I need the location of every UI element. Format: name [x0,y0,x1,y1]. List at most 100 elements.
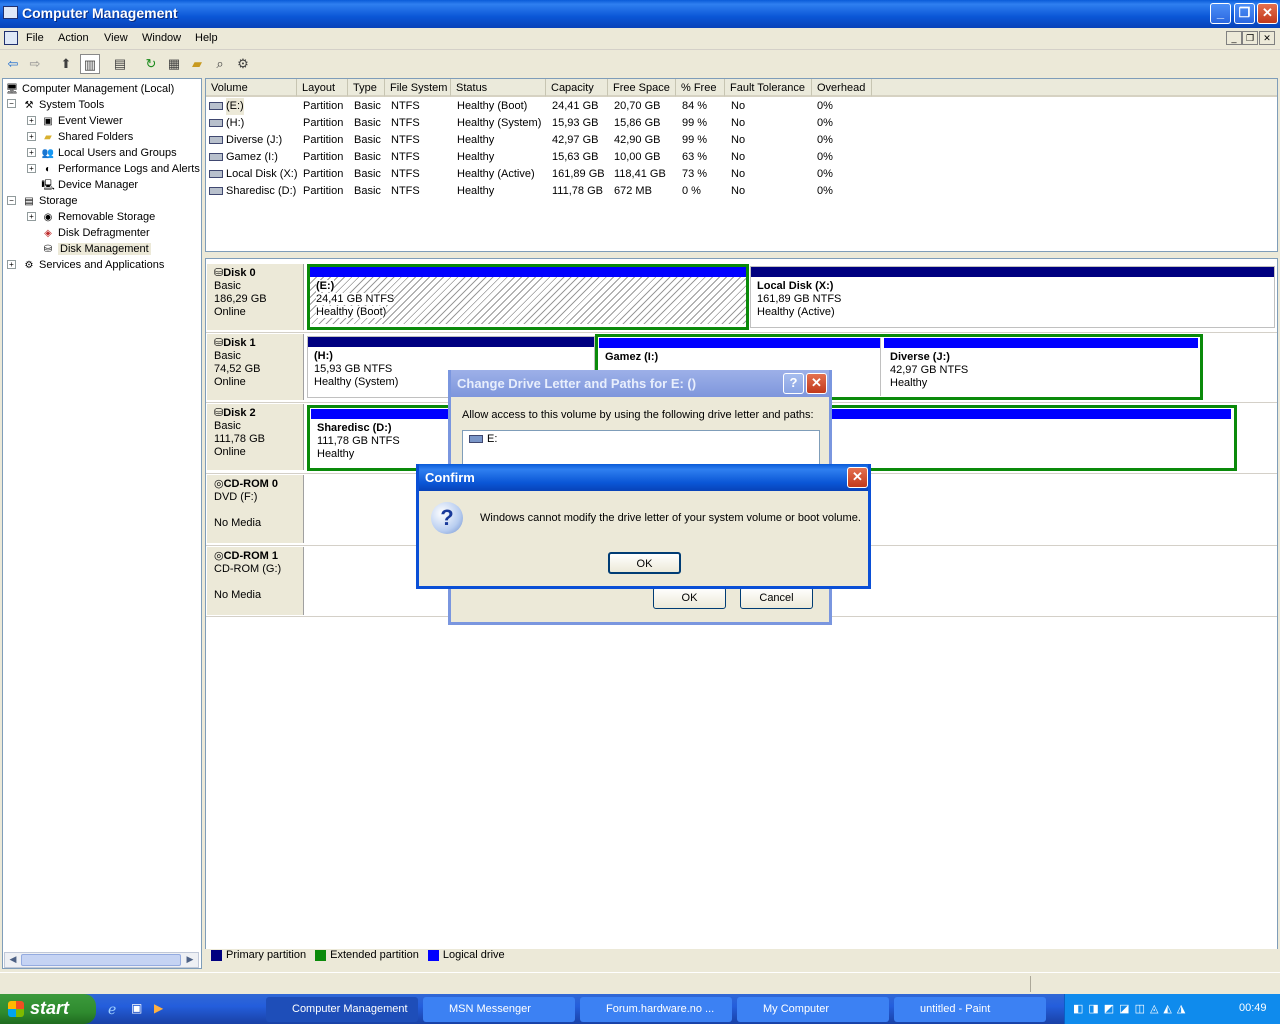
col-fault-tolerance[interactable]: Fault Tolerance [725,79,812,97]
tree-device-manager[interactable]: 🖳 Device Manager [41,177,138,193]
show-tree-icon[interactable]: ▥ [80,54,100,74]
tray-icons[interactable]: ◧◨◩◪◫◬◭◮ [1073,1002,1190,1015]
table-cell: 10,00 GB [614,151,661,163]
menu-window[interactable]: Window [142,32,181,44]
up-folder-icon[interactable]: ⬆ [56,54,76,74]
help-button[interactable]: ? [783,373,804,394]
scroll-left-icon[interactable]: ◀ [6,954,20,966]
disk-0-header[interactable]: ⛁Disk 0 Basic 186,29 GB Online [207,264,304,330]
task-my-computer[interactable]: My Computer [737,997,889,1022]
expand-perf-logs[interactable]: + [27,164,36,173]
tree-horizontal-scrollbar[interactable]: ◀ ▶ [4,952,199,968]
tree-services[interactable]: ⚙ Services and Applications [22,257,165,273]
col-file-system[interactable]: File System [385,79,451,97]
table-row[interactable]: Gamez (I:) Partition Basic NTFS Healthy 15,63… [206,149,906,166]
partition-j[interactable]: Diverse (J:) 42,97 GB NTFS Healthy [884,338,1198,396]
media-player-icon[interactable]: ▶ [154,1001,170,1017]
properties-icon[interactable]: ▤ [110,54,130,74]
start-label: start [30,998,70,1018]
system-menu-icon[interactable] [4,31,18,45]
col-type[interactable]: Type [348,79,385,97]
change-dialog-title-bar[interactable]: Change Drive Letter and Paths for E: () [451,370,829,397]
menu-action[interactable]: Action [58,32,89,44]
confirm-dialog: Confirm ✕ ? Windows cannot modify the dr… [416,464,871,589]
tree-storage[interactable]: ▤ Storage [22,193,77,209]
close-button[interactable]: ✕ [1257,3,1278,24]
task-computer-management[interactable]: Computer Management [266,997,418,1022]
change-dialog-ok-button[interactable]: OK [653,587,726,609]
col-free-space[interactable]: Free Space [608,79,676,97]
task-msn-messenger[interactable]: MSN Messenger [423,997,575,1022]
menu-view[interactable]: View [104,32,128,44]
refresh-icon[interactable]: ↻ [141,54,161,74]
tree-local-users[interactable]: 👥 Local Users and Groups [41,145,177,161]
internet-explorer-icon[interactable]: ℯ [108,1001,124,1017]
minimize-button[interactable]: _ [1210,3,1231,24]
disk-2-header[interactable]: ⛁Disk 2 Basic 111,78 GB Online [207,404,304,470]
back-icon[interactable]: ⇦ [3,54,23,74]
task-paint[interactable]: untitled - Paint [894,997,1046,1022]
tree-disk-management[interactable]: ⛁ Disk Management [41,241,151,257]
expand-local-users[interactable]: + [27,148,36,157]
partition-x[interactable]: Local Disk (X:) 161,89 GB NTFS Healthy (Ac… [750,266,1275,328]
expand-services[interactable]: + [7,260,16,269]
table-row[interactable]: Diverse (J:) Partition Basic NTFS Healthy 42,… [206,132,906,149]
tree-removable-storage[interactable]: ◉ Removable Storage [41,209,156,225]
show-desktop-icon[interactable]: ▣ [131,1001,147,1017]
cdrom-1-header[interactable]: ◎CD-ROM 1 CD-ROM (G:) No Media [207,547,304,615]
tree-root[interactable]: 🖥 Computer Management (Local) [5,81,175,97]
clock[interactable]: 00:49 [1239,1002,1267,1014]
col-status[interactable]: Status [451,79,546,97]
col-capacity[interactable]: Capacity [546,79,608,97]
confirm-title-bar[interactable]: Confirm [419,464,868,491]
export-icon[interactable]: ▦ [164,54,184,74]
menu-file[interactable]: File [26,32,44,44]
table-row[interactable]: (H:) Partition Basic NTFS Healthy (System) 15… [206,115,906,132]
restore-button[interactable]: ❐ [1234,3,1255,24]
expand-removable-storage[interactable]: + [27,212,36,221]
title-bar[interactable]: Computer Management _ ❐ ✕ [0,0,1280,28]
disk-1-header[interactable]: ⛁Disk 1 Basic 74,52 GB Online [207,334,304,400]
tree-perf-logs[interactable]: ◐ Performance Logs and Alerts [41,161,200,177]
forward-icon[interactable]: ⇨ [25,54,45,74]
disk-icon: ⛁ [214,267,224,279]
col-layout[interactable]: Layout [297,79,348,97]
tree-system-tools[interactable]: ⚒ System Tools [22,97,105,113]
table-row[interactable]: Local Disk (X:) Partition Basic NTFS Healthy… [206,166,906,183]
tree-disk-defrag[interactable]: ◈ Disk Defragmenter [41,225,150,241]
child-minimize-button[interactable]: _ [1226,31,1242,45]
start-button[interactable]: start [0,994,96,1024]
menu-help[interactable]: Help [195,32,218,44]
windows-logo-icon [8,1001,24,1017]
expand-event-viewer[interactable]: + [27,116,36,125]
search-icon[interactable]: ⌕ [210,54,230,74]
change-dialog-cancel-button[interactable]: Cancel [740,587,813,609]
cdrom-0-header[interactable]: ◎CD-ROM 0 DVD (F:) No Media [207,475,304,543]
col-percent-free[interactable]: % Free [676,79,725,97]
table-row[interactable]: (E:) Partition Basic NTFS Healthy (Boot) 24,4… [206,98,906,115]
partition-e[interactable]: (E:) 24,41 GB NTFS Healthy (Boot) [307,264,749,330]
col-overhead[interactable]: Overhead [812,79,872,97]
confirm-close-button[interactable]: ✕ [847,467,868,488]
table-cell: Healthy [457,151,495,163]
scroll-right-icon[interactable]: ▶ [183,954,197,966]
confirm-ok-button[interactable]: OK [608,552,681,574]
change-dialog-close-button[interactable]: ✕ [806,373,827,394]
child-restore-button[interactable]: ❐ [1242,31,1258,45]
drive-letter-list[interactable]: E: [462,430,820,466]
child-close-button[interactable]: ✕ [1259,31,1275,45]
expand-shared-folders[interactable]: + [27,132,36,141]
collapse-storage[interactable]: − [7,196,16,205]
tree-event-viewer[interactable]: ▣ Event Viewer [41,113,122,129]
settings-icon[interactable]: ⚙ [233,54,253,74]
menu-bar: File Action View Window Help _ ❐ ✕ [0,28,1280,50]
collapse-system-tools[interactable]: − [7,99,16,108]
tree-shared-folders[interactable]: ▰ Shared Folders [41,129,133,145]
task-forum-hardware[interactable]: Forum.hardware.no ... [580,997,732,1022]
partition-bar [751,267,1274,277]
drive-letter-item[interactable]: E: [487,433,497,445]
col-volume[interactable]: Volume [206,79,297,97]
scroll-thumb[interactable] [21,954,181,966]
open-folder-icon[interactable]: ▰ [187,54,207,74]
table-row[interactable]: Sharedisc (D:) Partition Basic NTFS Healthy 1… [206,183,906,200]
